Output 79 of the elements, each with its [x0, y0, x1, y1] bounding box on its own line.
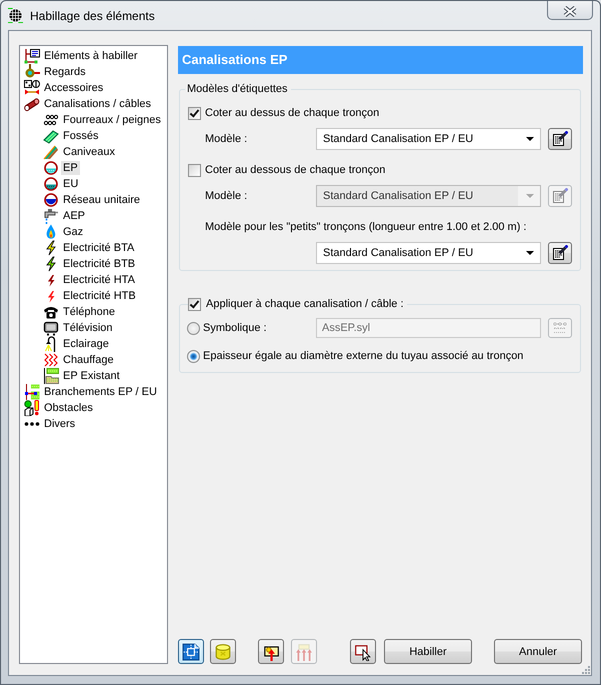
field-label: Modèle pour les "petits" tronçons (longueur entre 1.00 et 2.00 m) :: [204, 220, 528, 235]
checkbox-label[interactable]: Coter au dessus de chaque tronçon: [205, 106, 380, 120]
tree-item[interactable]: Chauffage: [61, 353, 116, 367]
checkbox[interactable]: [188, 164, 201, 176]
tap-icon: [43, 208, 59, 224]
tree-item[interactable]: Fourreaux / peignes: [61, 113, 163, 127]
heat-waves-icon: [43, 352, 59, 368]
document-pencil-icon: [552, 188, 568, 204]
checkbox[interactable]: [188, 106, 201, 120]
pipe-junction-icon: [24, 64, 40, 80]
tree-item[interactable]: Electricité HTB: [61, 289, 138, 303]
tree-diagram-icon: [24, 48, 40, 64]
tree-item[interactable]: Regards: [42, 65, 88, 79]
fittings-icon: [24, 80, 40, 96]
tree-item[interactable]: Fossés: [61, 129, 100, 143]
tree-item[interactable]: Canalisations / câbles: [42, 97, 154, 111]
tree-item[interactable]: Electricité BTB: [61, 257, 138, 271]
tree-item[interactable]: Réseau unitaire: [61, 193, 142, 207]
tree-item[interactable]: EP: [61, 161, 80, 175]
tree-item[interactable]: AEP: [61, 209, 88, 223]
branch-lines-icon: [24, 384, 40, 400]
telephone-icon: [43, 304, 59, 320]
tree-item[interactable]: Obstacles: [42, 401, 95, 415]
close-icon: [563, 6, 577, 17]
tree-item[interactable]: Electricité HTA: [61, 273, 137, 287]
field-label: Modèle :: [205, 132, 248, 146]
document-pencil-icon: [552, 245, 568, 261]
pipe-icon: [24, 96, 40, 112]
properties-button[interactable]: [548, 128, 572, 150]
window-title: Habillage des éléments: [30, 9, 155, 23]
tree-item[interactable]: Accessoires: [42, 81, 106, 95]
water-circle-icon: [43, 160, 59, 176]
tree-item[interactable]: Caniveaux: [61, 145, 117, 159]
tree-item[interactable]: Divers: [42, 417, 78, 431]
checkbox[interactable]: [188, 298, 201, 310]
circles-icon: [43, 112, 59, 128]
caret-icon: [526, 137, 534, 141]
tree-item[interactable]: Gaz: [61, 225, 86, 239]
cancel-button[interactable]: Annuler: [494, 639, 582, 664]
resize-grip-icon[interactable]: [580, 664, 590, 674]
arrows-up-icon: [295, 642, 313, 660]
checkbox-label[interactable]: Appliquer à chaque canalisation / câble :: [206, 297, 404, 311]
field-label: Modèle :: [205, 189, 248, 203]
close-button[interactable]: [547, 1, 593, 20]
tool-button[interactable]: [258, 639, 284, 664]
properties-button[interactable]: [548, 242, 572, 264]
checkbox-label[interactable]: Coter au dessous de chaque tronçon: [205, 163, 386, 177]
ditch-icon: [43, 128, 59, 144]
apply-button[interactable]: Habiller: [384, 639, 472, 664]
tree-item[interactable]: Téléphone: [61, 305, 117, 319]
group-title: Modèles d'étiquettes: [186, 82, 289, 96]
cursor-selection-icon: [354, 642, 372, 660]
tree-item[interactable]: EP Existant: [61, 369, 122, 383]
grid-icon: [8, 8, 23, 23]
tool-button[interactable]: [350, 639, 376, 664]
tree-item[interactable]: Eléments à habiller: [42, 49, 140, 63]
caret-icon: [526, 251, 534, 255]
radio-button[interactable]: [187, 350, 200, 362]
document-pencil-icon: [552, 131, 568, 147]
cylinder-icon: [214, 642, 232, 660]
circuit-icon: [182, 642, 200, 660]
dropdown[interactable]: Standard Canalisation EP / EU: [316, 242, 541, 264]
television-icon: [43, 320, 59, 336]
water-circle-icon: [43, 176, 59, 192]
channel-icon: [43, 144, 59, 160]
caret-icon: [526, 194, 534, 198]
tree-item[interactable]: Eclairage: [61, 337, 111, 351]
tool-button[interactable]: [178, 639, 204, 664]
obstacle-icon: [24, 400, 40, 416]
radio-label[interactable]: Epaisseur égale au diamètre externe du tuyau associé au tronçon: [203, 349, 524, 363]
hatched-blocks-icon: [43, 368, 59, 384]
tree-item[interactable]: Branchements EP / EU: [42, 385, 159, 399]
dropdown[interactable]: Standard Canalisation EP / EU: [316, 128, 541, 150]
water-circle-icon: [43, 192, 59, 208]
tree-item[interactable]: Télévision: [61, 321, 115, 335]
panel-header: Canalisations EP: [178, 46, 583, 74]
tree-item[interactable]: Electricité BTA: [61, 241, 136, 255]
dot-grid-icon: [552, 320, 568, 336]
tree-item[interactable]: EU: [61, 177, 80, 191]
